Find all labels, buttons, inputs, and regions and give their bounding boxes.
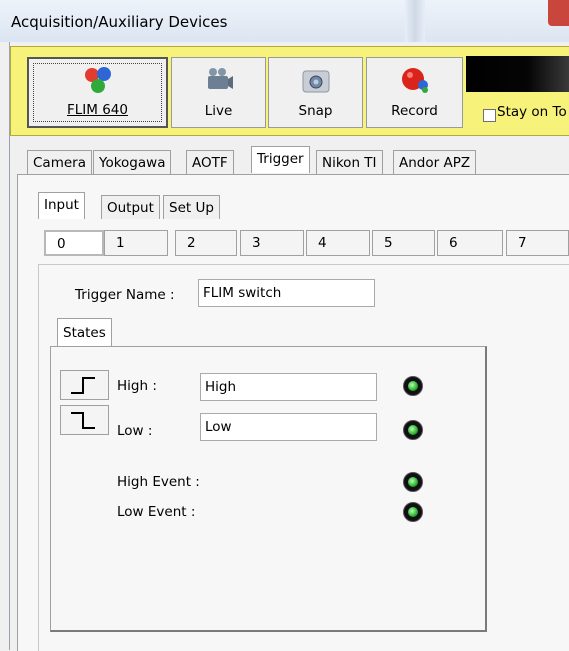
close-button[interactable] [548, 0, 569, 26]
trigger-name-label: Trigger Name : [75, 287, 175, 303]
intensity-preview [466, 56, 569, 92]
tab-set-up[interactable]: Set Up [163, 195, 220, 219]
flim-640-button[interactable]: FLIM 640 [27, 57, 168, 128]
falling-edge-icon [71, 412, 95, 429]
window-title: Acquisition/Auxiliary Devices [11, 13, 228, 31]
low-state-label: Low : [117, 423, 153, 439]
channel-2-button[interactable]: 2 [175, 230, 237, 256]
low-state-led-icon [403, 420, 423, 440]
stay-on-top-checkbox[interactable] [483, 109, 496, 122]
high-event-led-icon [403, 472, 423, 492]
tab-trigger[interactable]: Trigger [251, 146, 310, 173]
live-button[interactable]: Live [171, 57, 266, 128]
falling-edge-button[interactable] [60, 405, 109, 435]
high-state-led-icon [403, 376, 423, 396]
channel-6-button[interactable]: 6 [437, 230, 503, 256]
tab-input[interactable]: Input [38, 192, 85, 219]
snap-button[interactable]: Snap [268, 57, 363, 128]
record-label: Record [391, 103, 438, 119]
low-event-led-icon [403, 502, 423, 522]
photo-camera-icon [302, 70, 329, 93]
tab-output[interactable]: Output [101, 195, 160, 219]
tab-camera[interactable]: Camera [27, 150, 92, 174]
flim-640-label: FLIM 640 [67, 102, 128, 118]
channel-0-button[interactable]: 0 [44, 230, 104, 256]
snap-label: Snap [298, 103, 333, 119]
rising-edge-button[interactable] [60, 370, 109, 400]
title-bar-divider [405, 0, 425, 42]
tab-aotf[interactable]: AOTF [186, 150, 234, 174]
video-camera-icon [207, 68, 233, 89]
low-event-label: Low Event : [117, 504, 196, 520]
channel-5-button[interactable]: 5 [372, 230, 435, 256]
stay-on-top-label: Stay on To [497, 104, 567, 120]
channel-4-button[interactable]: 4 [306, 230, 370, 256]
high-state-input[interactable]: High [200, 373, 377, 401]
trigger-name-input[interactable]: FLIM switch [198, 279, 375, 307]
tab-nikon-ti[interactable]: Nikon TI [316, 150, 383, 174]
channel-1-button[interactable]: 1 [104, 230, 168, 256]
tab-states[interactable]: States [57, 318, 112, 346]
rising-edge-icon [71, 377, 95, 394]
record-icon [401, 68, 428, 93]
tab-yokogawa[interactable]: Yokogawa [93, 150, 172, 174]
live-label: Live [204, 103, 233, 119]
high-state-label: High : [117, 378, 157, 394]
channel-3-button[interactable]: 3 [240, 230, 304, 256]
channel-7-button[interactable]: 7 [506, 230, 569, 256]
high-event-label: High Event : [117, 474, 200, 490]
record-button[interactable]: Record [366, 57, 463, 128]
low-state-input[interactable]: Low [200, 413, 377, 441]
tab-andor-apz[interactable]: Andor APZ [393, 150, 477, 174]
